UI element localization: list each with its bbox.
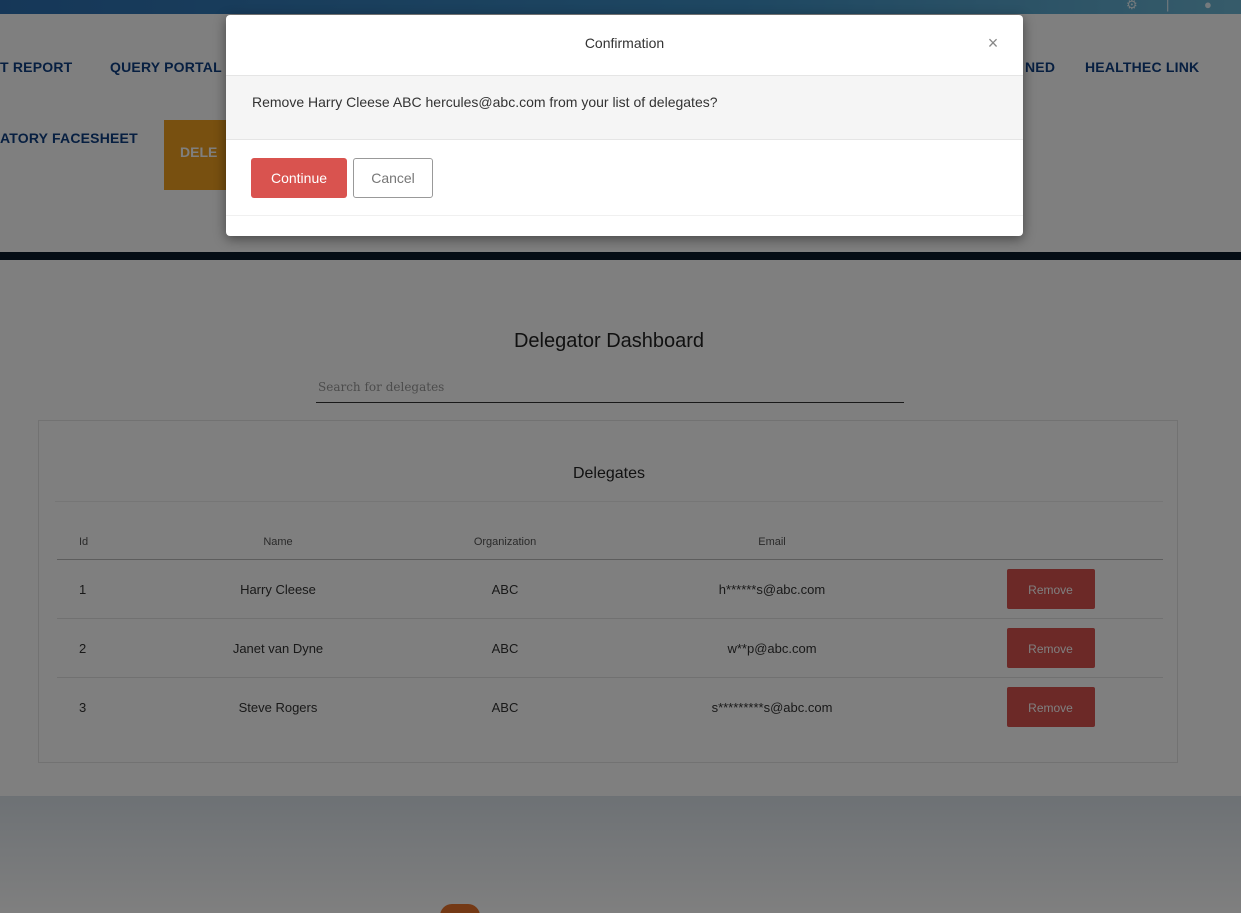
dialog-header: Confirmation × [226, 15, 1023, 76]
dialog-footer-divider [226, 215, 1023, 216]
dialog-body: Remove Harry Cleese ABC hercules@abc.com… [226, 76, 1023, 140]
continue-button[interactable]: Continue [251, 158, 347, 198]
confirmation-dialog: Confirmation × Remove Harry Cleese ABC h… [226, 15, 1023, 236]
cancel-button[interactable]: Cancel [353, 158, 433, 198]
close-icon[interactable]: × [983, 33, 1003, 53]
dialog-title: Confirmation [584, 35, 665, 51]
dialog-message: Remove Harry Cleese ABC hercules@abc.com… [252, 94, 718, 110]
